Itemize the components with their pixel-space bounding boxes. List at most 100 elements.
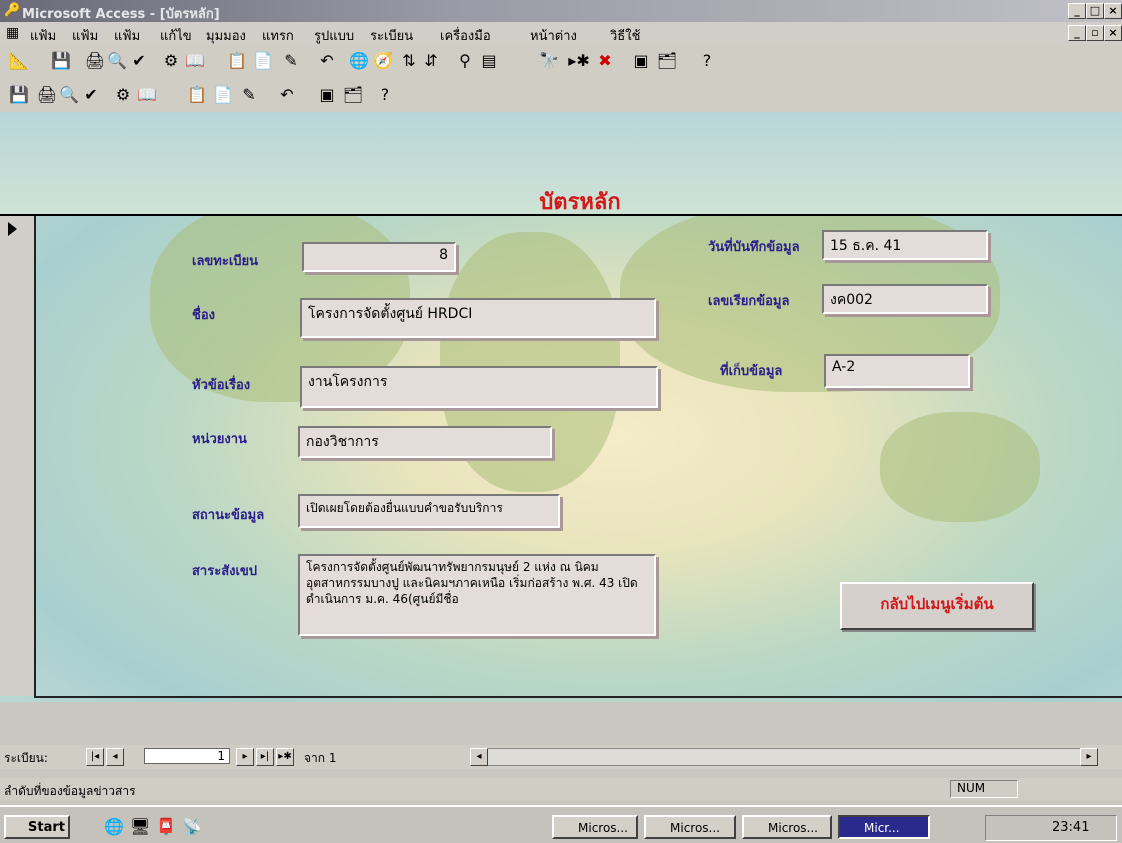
paste-icon[interactable]: 📄 — [252, 50, 274, 72]
menu-format[interactable]: รูปแบบ — [314, 25, 354, 46]
menu-view[interactable]: มุมมอง — [206, 25, 246, 46]
format-painter-icon[interactable]: ✎ — [280, 50, 302, 72]
office-links-icon[interactable]: ⚙ — [112, 84, 134, 106]
taskbar-access-1[interactable]: Micros... — [552, 815, 638, 839]
title-field[interactable]: โครงการจัดตั้งศูนย์ HRDCI — [300, 298, 656, 338]
web-toolbar-icon[interactable]: 🧭 — [372, 50, 394, 72]
sort-ascending-icon[interactable]: ⇅ — [398, 50, 420, 72]
save-icon[interactable]: 💾 — [50, 50, 72, 72]
menu-help[interactable]: วิธีใช้ — [610, 25, 640, 46]
scroll-right-icon[interactable]: ▸ — [1080, 748, 1098, 766]
access-key-icon: 🔑 — [4, 3, 21, 18]
scroll-left-icon[interactable]: ◂ — [470, 748, 488, 766]
database-window-icon[interactable]: ▣ — [316, 84, 338, 106]
start-label: Start — [28, 820, 65, 835]
summary-label: สาระสังเขป — [192, 564, 258, 579]
menu-window[interactable]: หน้าต่าง — [530, 25, 577, 46]
print-icon[interactable]: 🖨 — [84, 50, 106, 72]
back-to-main-menu-button[interactable]: กลับไปเมนูเริ่มต้น — [840, 582, 1034, 630]
save-icon[interactable]: 💾 — [8, 84, 30, 106]
undo-icon[interactable]: ↶ — [316, 50, 338, 72]
current-record-arrow-icon — [8, 222, 17, 236]
analyze-icon[interactable]: 📖 — [184, 50, 206, 72]
record-no-label: เลขทะเบียน — [192, 254, 259, 269]
menu-file-1[interactable]: แฟ้ม — [30, 25, 56, 46]
new-object-icon[interactable]: 🗂 — [656, 50, 678, 72]
date-field[interactable]: 15 ธ.ค. 41 — [822, 230, 988, 260]
title-label: ชื่อง — [192, 308, 215, 323]
spell-check-icon[interactable]: ✔ — [80, 84, 102, 106]
clock: 23:41 — [1052, 820, 1090, 835]
menu-edit[interactable]: แก้ไข — [160, 25, 192, 46]
current-record-input[interactable]: 1 — [144, 748, 230, 764]
first-record-icon[interactable]: |◂ — [86, 748, 104, 766]
menu-records[interactable]: ระเบียน — [370, 25, 413, 46]
delete-record-icon[interactable]: ✖ — [594, 50, 616, 72]
help-icon[interactable]: ? — [696, 50, 718, 72]
find-icon[interactable]: 🔭 — [538, 50, 560, 72]
design-icon[interactable]: 📐 — [8, 50, 30, 72]
filter-by-selection-icon[interactable]: ⚲ — [454, 50, 476, 72]
analyze-icon[interactable]: 📖 — [136, 84, 158, 106]
record-no-field[interactable]: 8 — [302, 242, 456, 272]
menu-file-3[interactable]: แฟ้ม — [114, 25, 140, 46]
status-text: ลำดับที่ของข้อมูลข่าวสาร — [4, 784, 136, 798]
sort-descending-icon[interactable]: ⇵ — [420, 50, 442, 72]
menu-file-2[interactable]: แฟ้ม — [72, 25, 98, 46]
spell-check-icon[interactable]: ✔ — [128, 50, 150, 72]
office-links-icon[interactable]: ⚙ — [160, 50, 182, 72]
storage-field[interactable]: A-2 — [824, 354, 970, 388]
doc-close-button[interactable]: × — [1104, 25, 1122, 41]
help-icon[interactable]: ? — [374, 84, 396, 106]
status-field[interactable]: เปิดเผยโดยต้องยื่นแบบคำขอรับบริการ — [298, 494, 560, 528]
close-button[interactable]: × — [1104, 3, 1122, 19]
unit-label: หน่วยงาน — [192, 432, 247, 447]
summary-field[interactable]: โครงการจัดตั้งศูนย์พัฒนาทรัพยากรมนุษย์ 2… — [298, 554, 656, 636]
subject-field[interactable]: งานโครงการ — [300, 366, 658, 408]
record-count: จาก 1 — [304, 751, 337, 765]
date-label: วันที่บันทึกข้อมูล — [708, 240, 800, 255]
taskbar-access-3[interactable]: Micros... — [742, 815, 832, 839]
taskbar-access-2[interactable]: Micros... — [644, 815, 736, 839]
next-record-icon[interactable]: ▸ — [236, 748, 254, 766]
format-painter-icon[interactable]: ✎ — [238, 84, 260, 106]
form-view-toolbar: 📐 💾 🖨 🔍 ✔ ⚙ 📖 📋 📄 ✎ ↶ 🌐 🧭 ⇅ ⇵ ⚲ ▤ 🔭 ▸✱ ✖… — [0, 44, 1122, 78]
maximize-button[interactable]: □ — [1086, 3, 1104, 19]
subject-label: หัวข้อเรื่อง — [192, 378, 251, 393]
filter-by-form-icon[interactable]: ▤ — [478, 50, 500, 72]
form-control-icon[interactable]: ▦ — [6, 25, 19, 41]
database-window-icon[interactable]: ▣ — [630, 50, 652, 72]
copy-icon[interactable]: 📋 — [226, 50, 248, 72]
channels-quicklaunch-icon[interactable]: 📡 — [182, 817, 202, 836]
last-record-icon[interactable]: ▸| — [256, 748, 274, 766]
code-field[interactable]: งค002 — [822, 284, 988, 314]
doc-minimize-button[interactable]: _ — [1068, 25, 1086, 41]
paste-icon[interactable]: 📄 — [212, 84, 234, 106]
title-bar: 🔑 Microsoft Access - [บัตรหลัก] _ □ × — [0, 0, 1122, 22]
code-label: เลขเรียกข้อมูล — [708, 294, 790, 309]
ie-quicklaunch-icon[interactable]: 🌐 — [104, 817, 124, 836]
desktop-quicklaunch-icon[interactable]: 🖥 — [130, 817, 150, 836]
new-object-icon[interactable]: 🗂 — [342, 84, 364, 106]
start-button[interactable]: Start — [4, 815, 70, 839]
print-preview-icon[interactable]: 🔍 — [58, 84, 80, 106]
section-divider — [0, 214, 1122, 216]
new-record-icon[interactable]: ▸✱ — [276, 748, 294, 766]
new-record-icon[interactable]: ▸✱ — [568, 50, 590, 72]
unit-field[interactable]: กองวิชาการ — [298, 426, 552, 458]
web-toolbar: 💾 🖨 🔍 ✔ ⚙ 📖 📋 📄 ✎ ↶ ▣ 🗂 ? — [0, 78, 1122, 112]
print-icon[interactable]: 🖨 — [36, 84, 58, 106]
undo-icon[interactable]: ↶ — [276, 84, 298, 106]
minimize-button[interactable]: _ — [1068, 3, 1086, 19]
outlook-quicklaunch-icon[interactable]: 📮 — [156, 817, 176, 836]
copy-icon[interactable]: 📋 — [186, 84, 208, 106]
menu-insert[interactable]: แทรก — [262, 25, 294, 46]
taskbar-word[interactable]: Micr... — [838, 815, 930, 839]
record-selector[interactable] — [0, 216, 36, 696]
doc-restore-button[interactable]: ▫ — [1086, 25, 1104, 41]
print-preview-icon[interactable]: 🔍 — [106, 50, 128, 72]
hyperlink-icon[interactable]: 🌐 — [348, 50, 370, 72]
menu-tools[interactable]: เครื่องมือ — [440, 25, 491, 46]
previous-record-icon[interactable]: ◂ — [106, 748, 124, 766]
horizontal-scrollbar[interactable] — [470, 748, 1084, 766]
